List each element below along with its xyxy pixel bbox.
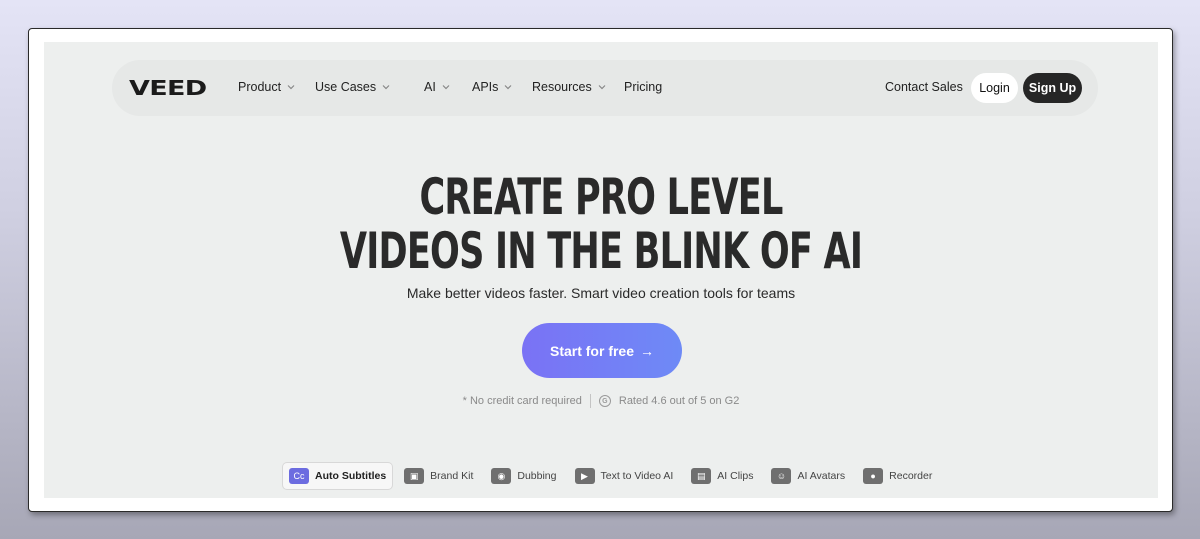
chevron-down-icon: [598, 83, 606, 91]
tool-tab-label: AI Avatars: [797, 470, 846, 482]
nav-item-label: AI: [424, 80, 436, 94]
recorder-icon: ●: [863, 468, 884, 484]
cc-icon: Cc: [289, 468, 309, 484]
hero-subtitle: Make better videos faster. Smart video c…: [406, 285, 796, 301]
g2-icon: G: [598, 395, 611, 407]
cta-label: Start for free: [549, 342, 635, 359]
chevron-down-icon: [442, 83, 450, 91]
nav-item-label: APIs: [472, 80, 499, 94]
tool-tab-recorder[interactable]: ● Recorder: [857, 463, 938, 489]
nav-item-label: Product: [238, 80, 282, 94]
contact-sales-link[interactable]: Contact Sales: [885, 80, 963, 94]
nav-item-pricing[interactable]: Pricing: [624, 80, 662, 94]
hero-meta: * No credit card required G Rated 4.6 ou…: [44, 394, 1158, 408]
tool-tab-text-to-video[interactable]: ▶ Text to Video AI: [569, 463, 680, 489]
nav-item-label: Pricing: [624, 80, 663, 94]
tool-tab-label: Dubbing: [517, 470, 557, 482]
page: VEED Product Use Cases AI APIs Resources: [44, 42, 1158, 498]
chevron-down-icon: [382, 83, 390, 91]
tool-tab-label: Auto Subtitles: [315, 470, 387, 482]
brand-kit-icon: ▣: [404, 468, 425, 484]
tool-tab-ai-clips[interactable]: ▤ AI Clips: [685, 463, 759, 489]
nav-item-label: Resources: [532, 80, 592, 94]
tool-tab-label: Recorder: [889, 470, 933, 482]
nav-item-ai[interactable]: AI: [424, 80, 450, 94]
tool-tab-auto-subtitles[interactable]: Cc Auto Subtitles: [283, 463, 393, 489]
divider: [589, 394, 591, 408]
tool-tab-label: Brand Kit: [430, 470, 474, 482]
nav-item-resources[interactable]: Resources: [532, 80, 606, 94]
tools-tab-row: Cc Auto Subtitles ▣ Brand Kit ◉ Dubbing …: [283, 463, 938, 489]
hero-headline-line-2: VIDEOS IN THE BLINK OF AI: [339, 222, 863, 280]
nav-item-label: Use Cases: [315, 80, 377, 94]
ai-avatars-icon: ☺: [771, 468, 792, 484]
ai-clips-icon: ▤: [691, 468, 712, 484]
no-credit-card-note: * No credit card required: [462, 395, 582, 407]
nav-item-use-cases[interactable]: Use Cases: [315, 80, 390, 94]
dubbing-icon: ◉: [491, 468, 512, 484]
text-to-video-icon: ▶: [574, 468, 595, 484]
chevron-down-icon: [287, 83, 295, 91]
chevron-down-icon: [504, 83, 512, 91]
rating-text: Rated 4.6 out of 5 on G2: [618, 395, 740, 407]
tool-tab-brand-kit[interactable]: ▣ Brand Kit: [398, 463, 479, 489]
arrow-right-icon: →: [640, 342, 655, 359]
tool-tab-ai-avatars[interactable]: ☺ AI Avatars: [765, 463, 851, 489]
tool-tab-dubbing[interactable]: ◉ Dubbing: [485, 463, 562, 489]
hero-headline-line-1: CREATE PRO LEVEL: [419, 168, 783, 226]
top-nav: VEED Product Use Cases AI APIs Resources: [112, 60, 1098, 116]
login-button[interactable]: Login: [971, 73, 1018, 103]
tool-tab-label: AI Clips: [717, 470, 754, 482]
signup-button[interactable]: Sign Up: [1023, 73, 1082, 103]
nav-item-product[interactable]: Product: [238, 80, 295, 94]
tool-tab-label: Text to Video AI: [600, 470, 674, 482]
veed-logo[interactable]: VEED: [129, 76, 207, 100]
nav-item-apis[interactable]: APIs: [472, 80, 512, 94]
start-for-free-button[interactable]: Start for free →: [522, 323, 682, 378]
browser-frame: VEED Product Use Cases AI APIs Resources: [28, 28, 1173, 512]
